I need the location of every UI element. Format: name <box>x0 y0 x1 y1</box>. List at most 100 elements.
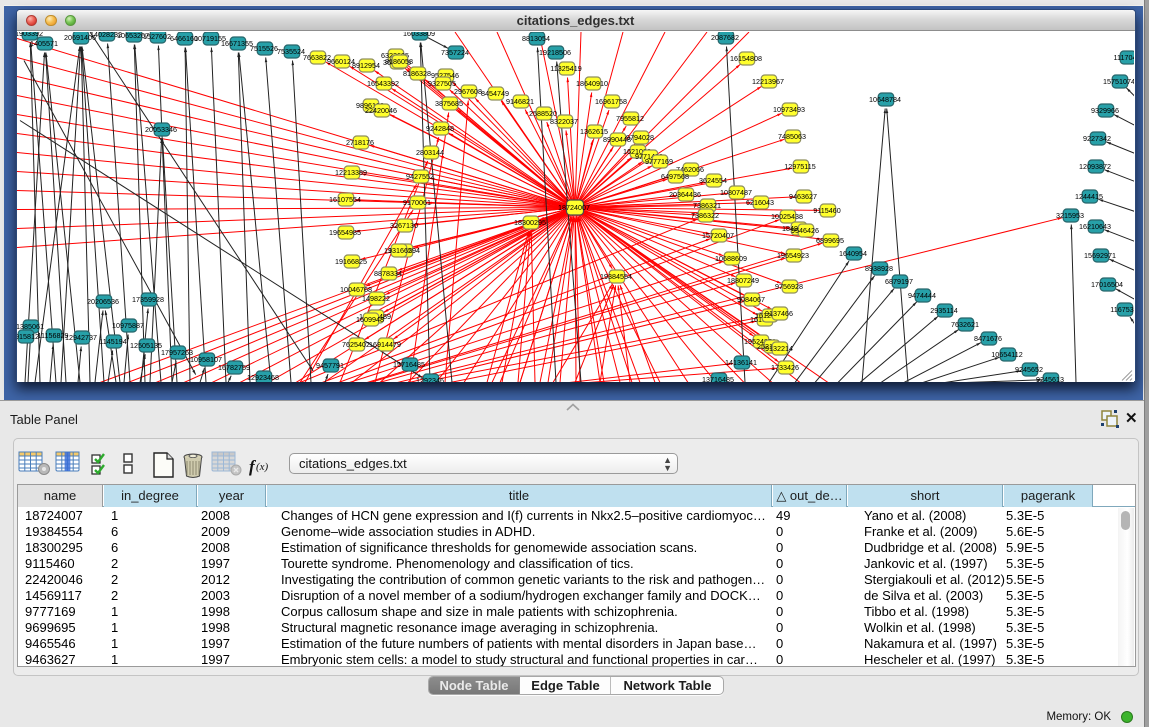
svg-text:16782759: 16782759 <box>218 363 250 372</box>
svg-text:9245652: 9245652 <box>1015 365 1043 374</box>
svg-text:6879197: 6879197 <box>885 277 913 286</box>
svg-text:16033809: 16033809 <box>403 32 435 38</box>
svg-text:9146821: 9146821 <box>506 97 534 106</box>
svg-text:9463627: 9463627 <box>789 192 817 201</box>
svg-text:8186328: 8186328 <box>403 69 431 78</box>
svg-text:6899695: 6899695 <box>816 236 844 245</box>
svg-text:12213967: 12213967 <box>752 77 784 86</box>
svg-text:1117042: 1117042 <box>1113 53 1133 62</box>
svg-text:16961758: 16961758 <box>595 97 627 106</box>
svg-text:10046768: 10046768 <box>340 285 372 294</box>
svg-text:20364436: 20364436 <box>669 190 701 199</box>
svg-text:3915812: 3915812 <box>17 332 39 341</box>
svg-text:19218506: 19218506 <box>539 48 571 57</box>
svg-text:9227342: 9227342 <box>1083 134 1111 143</box>
svg-text:9242848: 9242848 <box>426 124 454 133</box>
svg-text:9132214: 9132214 <box>765 344 793 353</box>
svg-text:8186058: 8186058 <box>385 57 413 66</box>
svg-text:16671355: 16671355 <box>221 39 253 48</box>
svg-text:9660124: 9660124 <box>327 57 355 66</box>
svg-text:8322037: 8322037 <box>550 117 578 126</box>
svg-text:12942737: 12942737 <box>65 333 97 342</box>
svg-text:7485063: 7485063 <box>778 132 806 141</box>
svg-text:9427552: 9427552 <box>406 172 434 181</box>
svg-text:10975887: 10975887 <box>112 321 144 330</box>
svg-text:9245613: 9245613 <box>1036 375 1064 382</box>
svg-text:6497568: 6497568 <box>661 172 689 181</box>
svg-text:8878334: 8878334 <box>374 269 402 278</box>
svg-text:7535524: 7535524 <box>277 47 305 56</box>
svg-text:3267130: 3267130 <box>390 221 418 230</box>
svg-text:1292346: 1292346 <box>416 376 444 382</box>
svg-text:2967608: 2967608 <box>454 87 482 96</box>
svg-text:9170061: 9170061 <box>403 198 431 207</box>
svg-text:9137466: 9137466 <box>765 309 793 318</box>
svg-text:2803144: 2803144 <box>416 148 444 157</box>
svg-text:1498222: 1498222 <box>362 294 390 303</box>
svg-text:10807487: 10807487 <box>720 188 752 197</box>
svg-text:19654923: 19654923 <box>777 251 809 260</box>
svg-text:8813054: 8813054 <box>522 34 550 43</box>
svg-text:1527602: 1527602 <box>143 32 171 41</box>
svg-text:19384554: 19384554 <box>600 272 632 281</box>
svg-text:22420046: 22420046 <box>365 106 397 115</box>
svg-text:9457791: 9457791 <box>316 361 344 370</box>
svg-text:15692971: 15692971 <box>1084 251 1116 260</box>
svg-text:18300295: 18300295 <box>514 218 546 227</box>
svg-text:1244415: 1244415 <box>1075 192 1103 201</box>
svg-text:3875685: 3875685 <box>435 99 463 108</box>
svg-text:16154808: 16154808 <box>730 54 762 63</box>
svg-text:9327505: 9327505 <box>428 79 456 88</box>
svg-text:10973493: 10973493 <box>773 105 805 114</box>
svg-text:1609948: 1609948 <box>356 315 384 324</box>
svg-text:19654985: 19654985 <box>329 228 361 237</box>
svg-text:9794028: 9794028 <box>626 133 654 142</box>
svg-text:15720407: 15720407 <box>702 231 734 240</box>
svg-text:14136141: 14136141 <box>725 358 757 367</box>
svg-text:2087682: 2087682 <box>711 33 739 42</box>
svg-text:9777169: 9777169 <box>645 157 673 166</box>
svg-text:17016504: 17016504 <box>1091 280 1123 289</box>
svg-text:9756928: 9756928 <box>775 282 803 291</box>
svg-text:12975115: 12975115 <box>784 162 815 171</box>
svg-text:12923468: 12923468 <box>247 373 279 382</box>
svg-text:11156829: 11156829 <box>37 331 68 340</box>
svg-text:3624554: 3624554 <box>699 176 727 185</box>
svg-text:7632621: 7632621 <box>951 320 979 329</box>
svg-text:10025438: 10025438 <box>771 212 803 221</box>
svg-text:1145194: 1145194 <box>99 337 126 346</box>
svg-text:12213389: 12213389 <box>335 168 367 177</box>
svg-text:16543392: 16543392 <box>367 79 399 88</box>
svg-text:9329966: 9329966 <box>1091 106 1119 115</box>
svg-text:18640910: 18640910 <box>576 79 608 88</box>
svg-text:9546426: 9546426 <box>791 226 819 235</box>
svg-text:17957263: 17957263 <box>161 348 193 357</box>
svg-text:16107554: 16107554 <box>329 195 361 204</box>
svg-text:1167534: 1167534 <box>1110 305 1134 314</box>
svg-text:10654112: 10654112 <box>991 350 1022 359</box>
svg-text:20206536: 20206536 <box>87 297 119 306</box>
svg-text:7955812: 7955812 <box>616 114 644 123</box>
svg-text:9474444: 9474444 <box>908 291 936 300</box>
svg-text:9115460: 9115460 <box>813 206 840 215</box>
svg-text:8912954: 8912954 <box>352 61 380 70</box>
svg-text:10648784: 10648784 <box>869 95 901 104</box>
svg-text:6216043: 6216043 <box>746 198 774 207</box>
svg-text:7386322: 7386322 <box>691 211 719 220</box>
svg-text:19166825: 19166825 <box>335 257 367 266</box>
svg-text:7515526: 7515526 <box>250 44 278 53</box>
svg-text:1733426: 1733426 <box>771 363 799 372</box>
svg-text:7625402: 7625402 <box>342 340 370 349</box>
svg-text:1405571: 1405571 <box>30 39 58 48</box>
svg-text:15751074: 15751074 <box>1103 77 1134 86</box>
svg-text:11325419: 11325419 <box>550 64 581 73</box>
svg-text:1931662: 1931662 <box>384 246 412 255</box>
svg-text:15716485: 15716485 <box>393 360 425 369</box>
svg-text:12093872: 12093872 <box>1079 162 1111 171</box>
svg-text:2935114: 2935114 <box>930 306 957 315</box>
svg-text:20053346: 20053346 <box>145 125 177 134</box>
svg-text:18724007: 18724007 <box>558 203 590 212</box>
svg-text:12505135: 12505135 <box>130 341 162 350</box>
svg-text:16914479: 16914479 <box>369 340 401 349</box>
svg-text:8938928: 8938928 <box>865 264 893 273</box>
